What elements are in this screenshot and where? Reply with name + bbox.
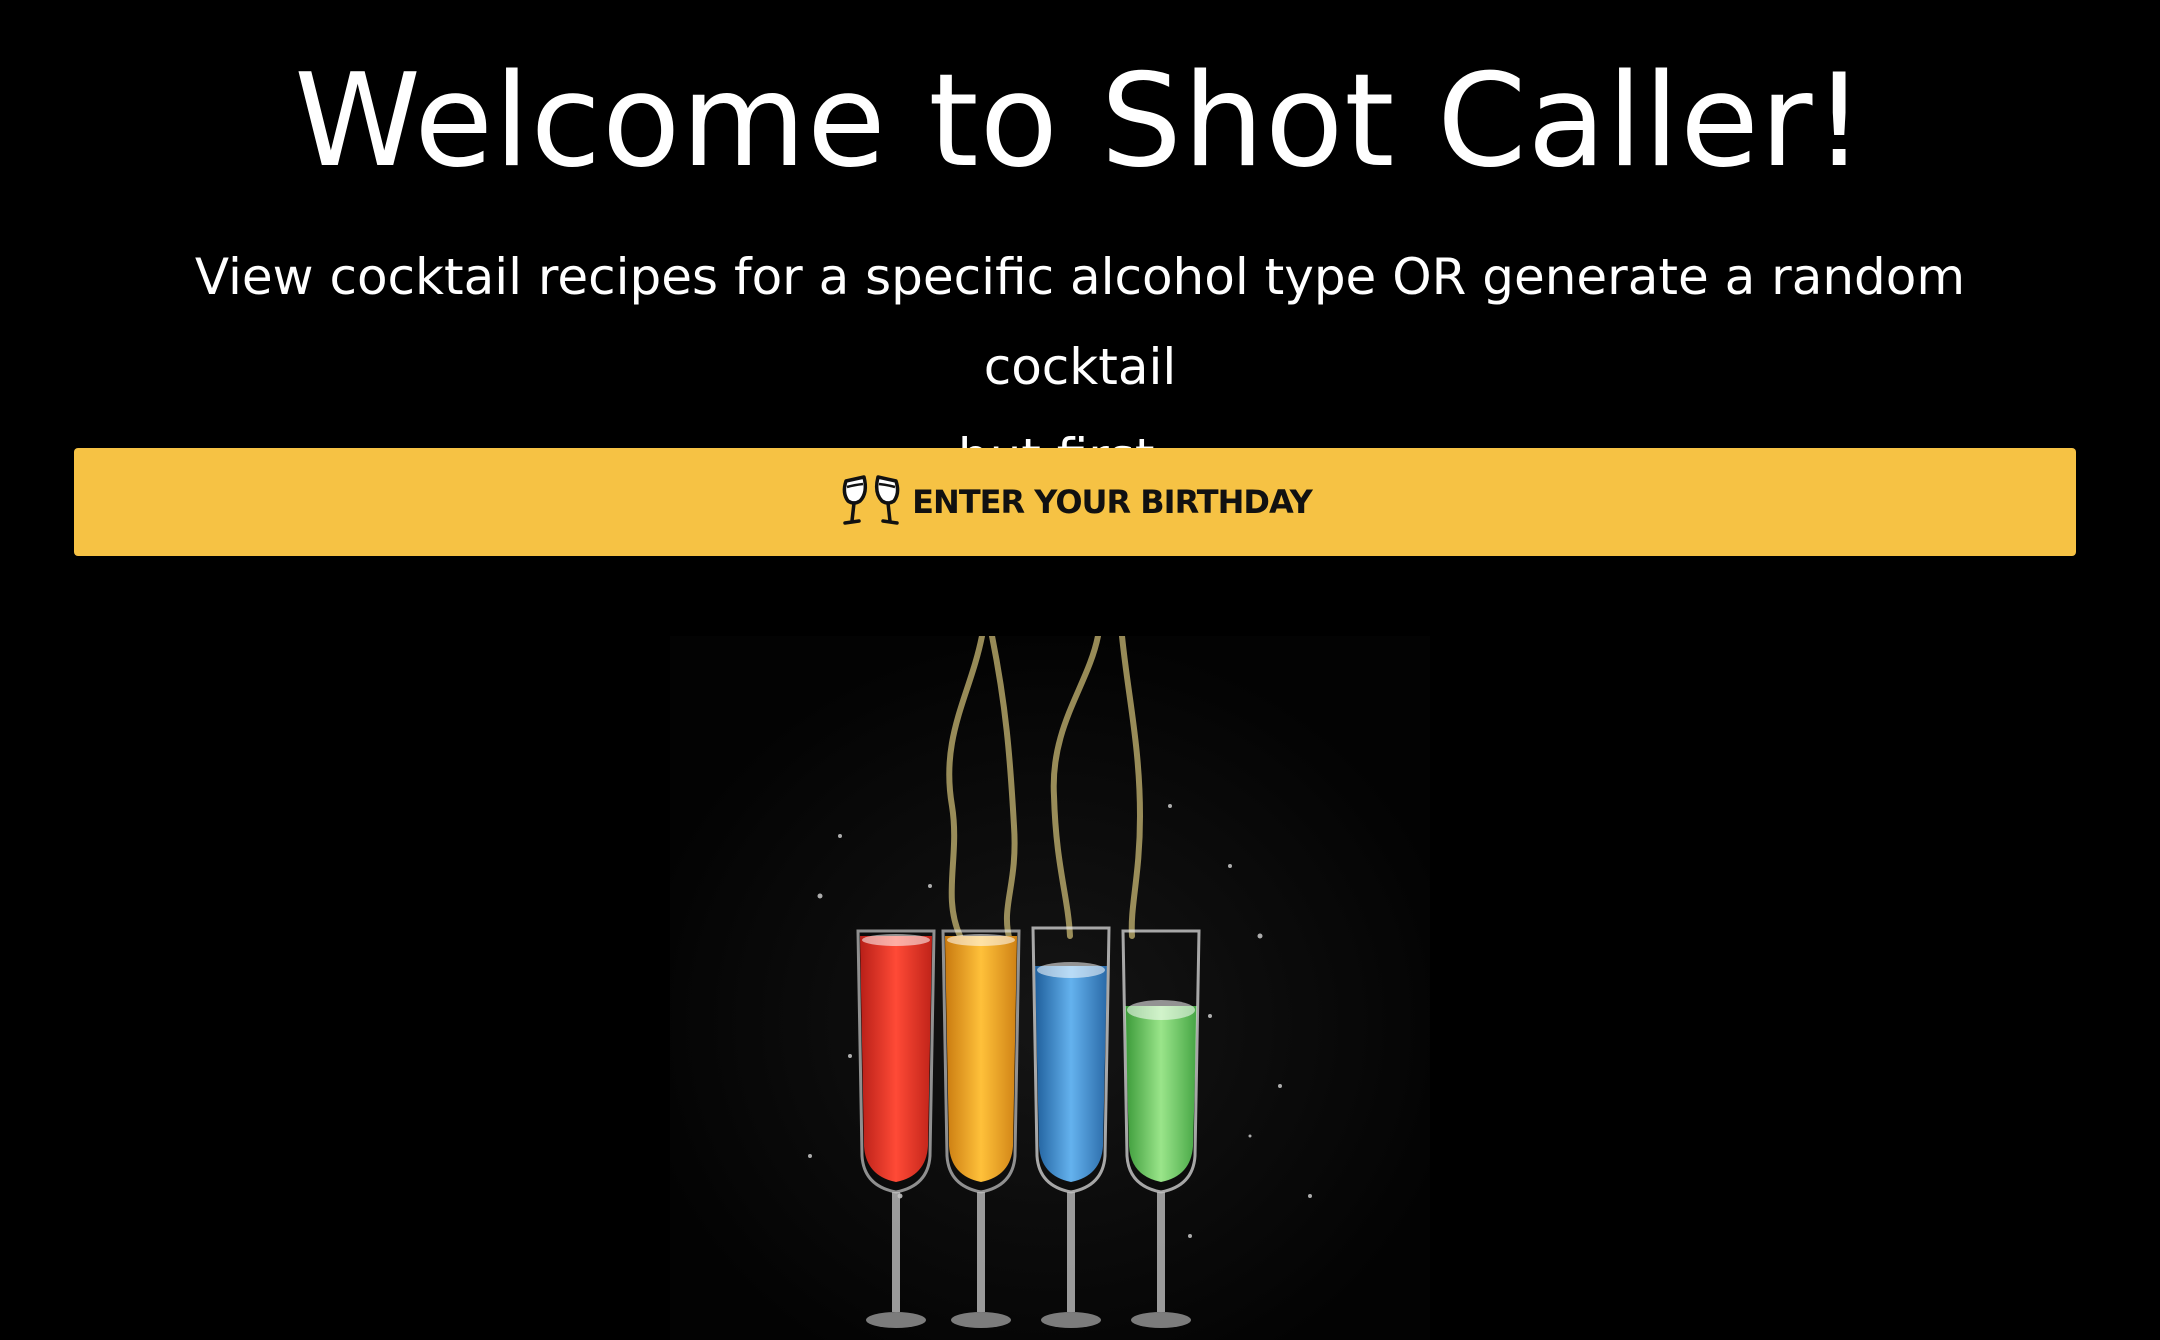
- hero-cocktail-image: [670, 636, 1430, 1340]
- enter-birthday-button[interactable]: ENTER YOUR BIRTHDAY: [74, 448, 2076, 556]
- enter-birthday-label: ENTER YOUR BIRTHDAY: [912, 483, 1313, 521]
- subtitle-line-1: View cocktail recipes for a specific alc…: [194, 248, 1966, 396]
- page-title: Welcome to Shot Caller!: [294, 47, 1866, 196]
- page: Welcome to Shot Caller! View cocktail re…: [0, 0, 2160, 1340]
- clinking-glasses-icon: [838, 473, 904, 531]
- cocktail-glasses-illustration: [670, 636, 1430, 1340]
